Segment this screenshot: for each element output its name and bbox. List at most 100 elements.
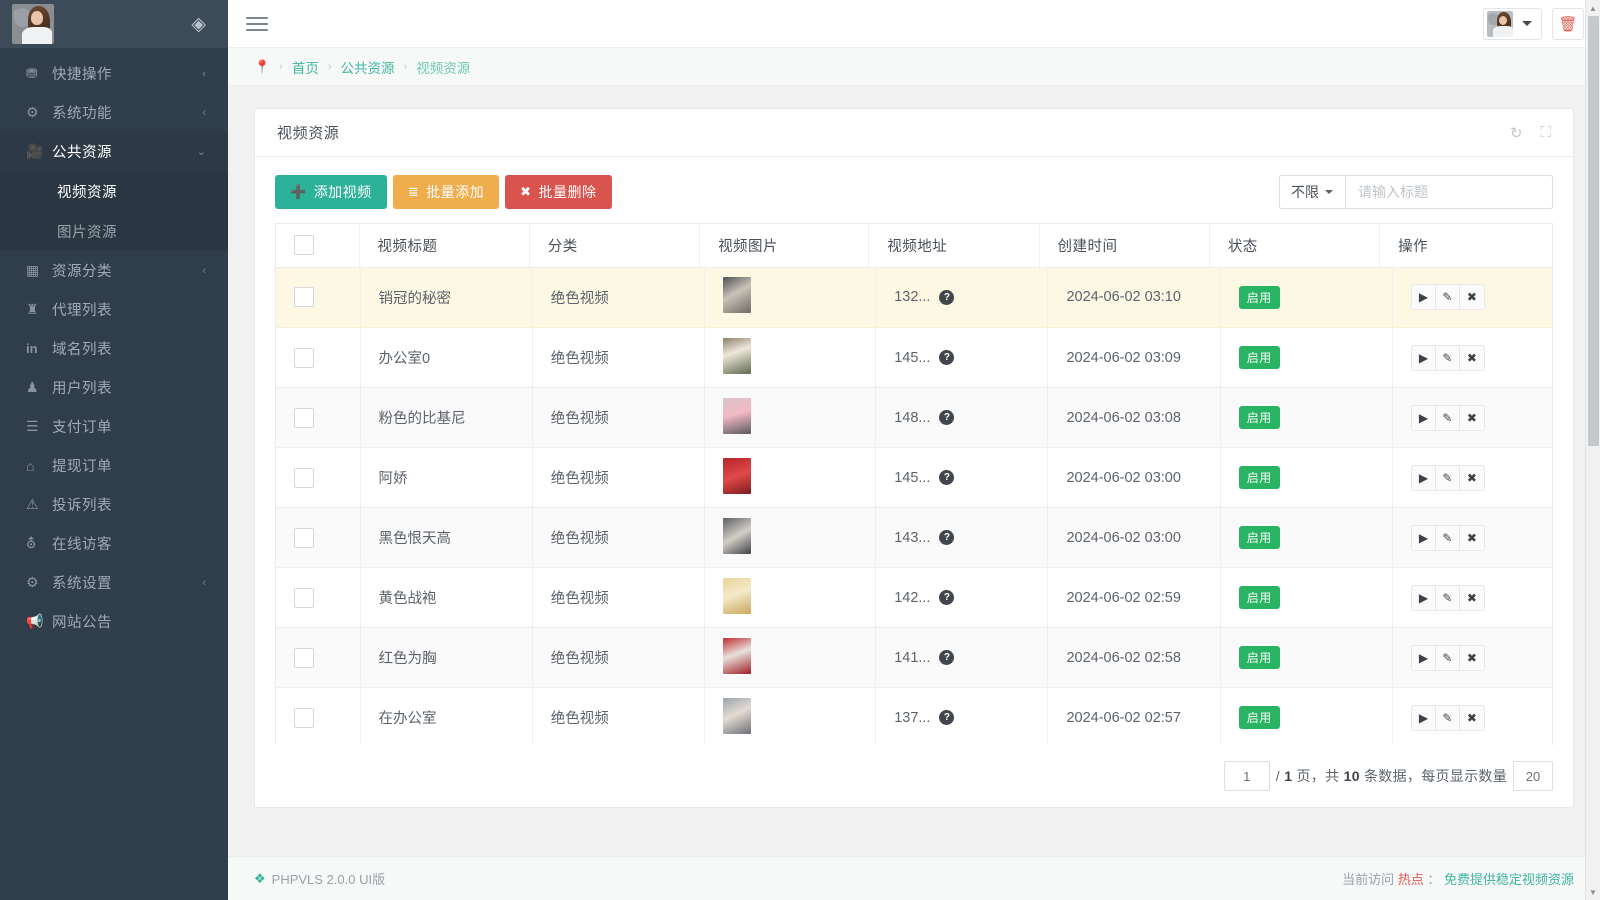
sidebar-item-agent-list[interactable]: ♜ 代理列表 xyxy=(0,290,228,329)
help-icon[interactable]: ? xyxy=(939,410,955,425)
footer-link[interactable]: 免费提供稳定视频资源 xyxy=(1444,872,1574,887)
table-body-scroll[interactable]: 销冠的秘密 绝色视频 132...? 2024-06-02 03:10 启用 ▶ ✎ ✖ 办公室… xyxy=(276,267,1552,745)
table-row[interactable]: 阿娇 绝色视频 145...? 2024-06-02 03:00 启用 ▶ ✎ ✖ xyxy=(276,447,1552,508)
batch-delete-button[interactable]: ✖ 批量删除 xyxy=(505,175,612,209)
video-thumbnail[interactable] xyxy=(723,517,751,554)
row-operations: ▶ ✎ ✖ xyxy=(1410,644,1485,671)
sidebar-item-site-announcement[interactable]: 📢 网站公告 xyxy=(0,602,228,641)
table-row[interactable]: 黑色恨天高 绝色视频 143...? 2024-06-02 03:00 启用 ▶ ✎ ✖ xyxy=(276,507,1552,568)
play-icon[interactable]: ▶ xyxy=(1411,585,1436,610)
delete-icon[interactable]: ✖ xyxy=(1459,585,1484,610)
page-number-input[interactable] xyxy=(1223,761,1270,791)
play-icon[interactable]: ▶ xyxy=(1411,345,1436,370)
hamburger-icon[interactable] xyxy=(242,9,272,39)
row-checkbox[interactable] xyxy=(294,407,314,428)
table-row[interactable]: 销冠的秘密 绝色视频 132...? 2024-06-02 03:10 启用 ▶ ✎ ✖ xyxy=(276,267,1552,328)
edit-icon[interactable]: ✎ xyxy=(1435,645,1460,670)
scroll-down-arrow[interactable]: ▼ xyxy=(1586,884,1600,900)
water-drop-icon[interactable]: ◈ xyxy=(191,15,206,34)
edit-icon[interactable]: ✎ xyxy=(1435,345,1460,370)
sidebar-item-domain-list[interactable]: in 域名列表 xyxy=(0,329,228,368)
table-row[interactable]: 粉色的比基尼 绝色视频 148...? 2024-06-02 03:08 启用 ▶ ✎ ✖ xyxy=(276,387,1552,448)
scroll-up-arrow[interactable]: ▲ xyxy=(1586,0,1600,16)
edit-icon[interactable]: ✎ xyxy=(1435,585,1460,610)
delete-icon[interactable]: ✖ xyxy=(1459,705,1484,730)
video-thumbnail[interactable] xyxy=(723,697,751,734)
select-all-checkbox[interactable] xyxy=(294,235,314,256)
sidebar-item-user-list[interactable]: ♟ 用户列表 xyxy=(0,368,228,407)
video-thumbnail[interactable] xyxy=(723,457,751,494)
play-icon[interactable]: ▶ xyxy=(1411,525,1436,550)
row-checkbox[interactable] xyxy=(294,527,314,548)
breadcrumb-item-home[interactable]: 首页 xyxy=(292,57,319,77)
video-thumbnail[interactable] xyxy=(723,577,751,614)
delete-icon[interactable]: ✖ xyxy=(1459,345,1484,370)
sidebar-item-system-settings[interactable]: ⚙ 系统设置 ‹ xyxy=(0,563,228,602)
sidebar-item-label: 网站公告 xyxy=(52,615,112,631)
video-thumbnail[interactable] xyxy=(723,397,751,434)
play-icon[interactable]: ▶ xyxy=(1411,285,1436,310)
status-filter-select[interactable]: 不限 xyxy=(1279,175,1345,209)
play-icon[interactable]: ▶ xyxy=(1411,465,1436,490)
help-icon[interactable]: ? xyxy=(939,350,955,365)
play-icon[interactable]: ▶ xyxy=(1411,645,1436,670)
edit-icon[interactable]: ✎ xyxy=(1435,465,1460,490)
page-size-input[interactable] xyxy=(1513,761,1553,791)
row-checkbox[interactable] xyxy=(294,287,314,308)
sidebar-item-online-visitors[interactable]: ⛢ 在线访客 xyxy=(0,524,228,563)
page-scrollbar[interactable]: ▲ ▼ xyxy=(1585,0,1600,900)
row-checkbox[interactable] xyxy=(294,707,314,728)
sidebar-item-quick-actions[interactable]: ⛃ 快捷操作 ‹ xyxy=(0,54,228,93)
edit-icon[interactable]: ✎ xyxy=(1435,285,1460,310)
sidebar-item-public-resources[interactable]: 🎥 公共资源 ⌄ xyxy=(0,132,228,171)
sidebar-item-label: 系统设置 xyxy=(52,576,112,592)
batch-add-button[interactable]: ≣ 批量添加 xyxy=(392,175,500,209)
video-thumbnail[interactable] xyxy=(723,337,751,374)
clear-cache-button[interactable]: 🗑 xyxy=(1552,7,1584,40)
help-icon[interactable]: ? xyxy=(939,650,955,665)
help-icon[interactable]: ? xyxy=(939,590,955,605)
row-checkbox[interactable] xyxy=(294,647,314,668)
delete-icon[interactable]: ✖ xyxy=(1459,525,1484,550)
help-icon[interactable]: ? xyxy=(939,470,955,485)
edit-icon[interactable]: ✎ xyxy=(1435,705,1460,730)
sidebar-item-complaint-list[interactable]: ⚠ 投诉列表 xyxy=(0,485,228,524)
table-row[interactable]: 红色为胸 绝色视频 141...? 2024-06-02 02:58 启用 ▶ ✎ ✖ xyxy=(276,627,1552,688)
column-created: 创建时间 xyxy=(1039,224,1210,268)
sidebar-menu: ⛃ 快捷操作 ‹ ⚙ 系统功能 ‹ 🎥 公共资源 ⌄ 视频资源 图片资源 ▦ 资… xyxy=(0,48,228,900)
sidebar-item-resource-categories[interactable]: ▦ 资源分类 ‹ xyxy=(0,251,228,290)
table-row[interactable]: 办公室0 绝色视频 145...? 2024-06-02 03:09 启用 ▶ ✎ ✖ xyxy=(276,327,1552,388)
add-video-button[interactable]: ➕ 添加视频 xyxy=(275,175,387,209)
help-icon[interactable]: ? xyxy=(939,289,955,305)
help-icon[interactable]: ? xyxy=(939,530,955,545)
sidebar-subitem-image-resources[interactable]: 图片资源 xyxy=(0,211,228,251)
sidebar-item-withdrawal-orders[interactable]: ⌂ 提现订单 xyxy=(0,446,228,485)
edit-icon[interactable]: ✎ xyxy=(1435,525,1460,550)
play-icon[interactable]: ▶ xyxy=(1411,405,1436,430)
user-menu-button[interactable] xyxy=(1483,7,1542,40)
sidebar-item-payment-orders[interactable]: ☰ 支付订单 xyxy=(0,407,228,446)
breadcrumb-item-public-resources[interactable]: 公共资源 xyxy=(341,57,395,77)
delete-icon[interactable]: ✖ xyxy=(1459,645,1484,670)
expand-icon[interactable]: ⛶ xyxy=(1540,124,1551,142)
row-checkbox[interactable] xyxy=(294,347,314,368)
table-row[interactable]: 在办公室 绝色视频 137...? 2024-06-02 02:57 启用 ▶ ✎ ✖ xyxy=(276,687,1552,745)
refresh-icon[interactable]: ↻ xyxy=(1510,124,1523,142)
sidebar-item-label: 投诉列表 xyxy=(52,498,112,514)
delete-icon[interactable]: ✖ xyxy=(1459,405,1484,430)
edit-icon[interactable]: ✎ xyxy=(1435,405,1460,430)
table-row[interactable]: 黄色战袍 绝色视频 142...? 2024-06-02 02:59 启用 ▶ ✎ ✖ xyxy=(276,567,1552,628)
sidebar-subitem-video-resources[interactable]: 视频资源 xyxy=(0,171,228,211)
help-icon[interactable]: ? xyxy=(939,710,955,725)
delete-icon[interactable]: ✖ xyxy=(1459,285,1484,310)
row-checkbox[interactable] xyxy=(294,467,314,488)
delete-icon[interactable]: ✖ xyxy=(1459,465,1484,490)
sidebar-item-system-functions[interactable]: ⚙ 系统功能 ‹ xyxy=(0,93,228,132)
pagination-count-unit: 条数据，每页显示数量 xyxy=(1364,768,1507,784)
video-thumbnail[interactable] xyxy=(723,637,751,674)
scroll-thumb[interactable] xyxy=(1588,16,1599,446)
search-input[interactable] xyxy=(1345,175,1553,209)
play-icon[interactable]: ▶ xyxy=(1411,705,1436,730)
video-thumbnail[interactable] xyxy=(723,277,751,314)
row-checkbox[interactable] xyxy=(294,587,314,608)
